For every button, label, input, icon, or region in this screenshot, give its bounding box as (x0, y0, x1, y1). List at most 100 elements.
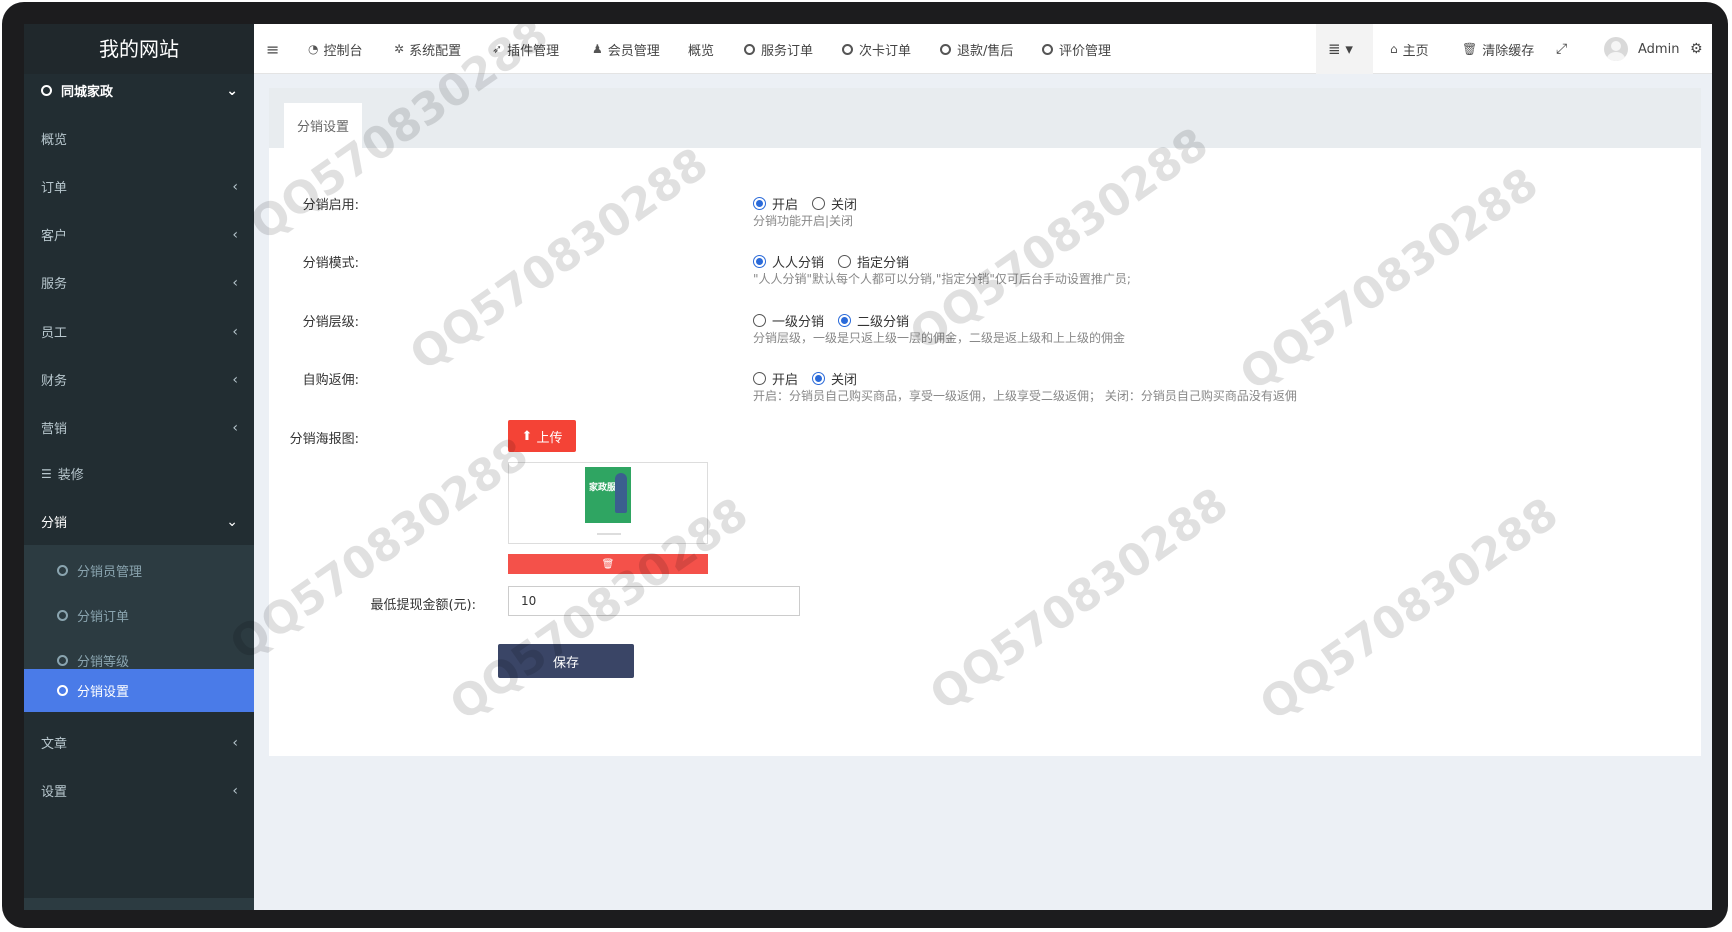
sidebar-item-label: 客户 (41, 229, 68, 244)
radio-checked-icon (812, 372, 826, 385)
nav-system-config[interactable]: ✲ 系统配置 (394, 24, 461, 74)
thumbnail-caption (597, 533, 621, 535)
nav-clear-cache[interactable]: 🗑 清除缓存 (1462, 24, 1534, 74)
sidebar-item-services[interactable]: 服务 ‹ (24, 256, 254, 309)
radio-label: 二级分销 (857, 315, 910, 330)
sidebar-item-label: 设置 (41, 785, 68, 800)
radio-label: 关闭 (831, 198, 858, 213)
sidebar-item-settings[interactable]: 设置 ‹ (24, 764, 254, 817)
mode-help: "人人分销"默认每个人都可以分销,"指定分销"仅可后台手动设置推广员; (753, 272, 1131, 286)
sidebar-item-top[interactable]: 同城家政 ⌄ (24, 64, 254, 117)
sidebar-item-orders[interactable]: 订单 ‹ (24, 160, 254, 213)
sidebar-sub-distribution-orders[interactable]: 分销订单 (24, 590, 254, 640)
circle-icon (57, 685, 68, 696)
settings-panel: 分销设置 分销启用: 开启 关闭 分销功能开启|关闭 分销模式: 人人分销 指定… (269, 88, 1701, 756)
nav-label: 概览 (688, 43, 715, 59)
sidebar-sub-label: 分销设置 (77, 685, 130, 700)
more-menu-icon[interactable]: ≣ ▾ (1328, 24, 1353, 74)
upload-button[interactable]: ⬆ 上传 (508, 420, 576, 452)
min-withdraw-input[interactable]: 10 (508, 586, 800, 616)
dashboard-icon: ◔ (308, 42, 319, 56)
sidebar-item-distribution[interactable]: 分销 ⌄ (24, 495, 254, 548)
self-on-radio[interactable]: 开启 (753, 369, 798, 388)
trash-icon: 🗑 (601, 558, 615, 570)
nav-refunds[interactable]: 退款/售后 (940, 24, 1013, 74)
user-icon: ♟ (592, 42, 603, 56)
sidebar-item-articles[interactable]: 文章 ‹ (24, 716, 254, 769)
sidebar-sub-distributor-manage[interactable]: 分销员管理 (24, 545, 254, 595)
chevron-left-icon: ‹ (232, 226, 238, 243)
sidebar-footer (24, 898, 254, 910)
nav-plugins[interactable]: ➶ 插件管理 (492, 24, 559, 74)
gear-icon: ✲ (394, 42, 405, 56)
poster-thumbnail: 家政服务 (508, 462, 708, 544)
sidebar-sub-label: 分销等级 (77, 654, 130, 670)
sidebar-item-staff[interactable]: 员工 ‹ (24, 305, 254, 358)
radio-label: 人人分销 (772, 256, 825, 271)
level-one-radio[interactable]: 一级分销 (753, 311, 824, 330)
nav-dashboard[interactable]: ◔ 控制台 (308, 24, 363, 74)
home-icon: ⌂ (1390, 42, 1398, 56)
circle-icon (1042, 43, 1053, 55)
fullscreen-icon[interactable]: ⤢ (1556, 24, 1567, 74)
sidebar-item-customers[interactable]: 客户 ‹ (24, 208, 254, 261)
self-purchase-radio-group: 开启 关闭 (753, 369, 871, 388)
nav-members[interactable]: ♟ 会员管理 (592, 24, 660, 74)
radio-checked-icon (753, 197, 766, 210)
poster-image: 家政服务 (585, 467, 631, 523)
nav-label: 服务订单 (761, 43, 814, 59)
chevron-down-icon: ⌄ (226, 513, 238, 530)
sidebar-item-overview[interactable]: 概览 (24, 112, 254, 165)
enable-off-radio[interactable]: 关闭 (812, 194, 857, 213)
save-button[interactable]: 保存 (498, 644, 634, 678)
mode-label: 分销模式: (302, 256, 359, 271)
nav-card-orders[interactable]: 次卡订单 (842, 24, 911, 74)
nav-home[interactable]: ⌂ 主页 (1390, 24, 1429, 74)
sidebar-item-label: 员工 (41, 326, 68, 341)
screen: 我的网站 同城家政 ⌄ 概览 订单 ‹ 客户 ‹ 服务 ‹ 员工 ‹ 财务 ‹ 营销 ‹ ☰… (24, 24, 1712, 910)
user-menu[interactable]: Admin (1604, 24, 1679, 74)
circle-icon (744, 43, 755, 55)
tab-distribution-settings[interactable]: 分销设置 (284, 103, 362, 148)
nav-overview[interactable]: 概览 (688, 24, 714, 74)
enable-label: 分销启用: (302, 198, 359, 213)
chevron-left-icon: ‹ (232, 323, 238, 340)
panel-header: 分销设置 (269, 88, 1701, 148)
radio-unchecked-icon (753, 372, 766, 385)
rocket-icon: ➶ (492, 42, 503, 56)
level-label: 分销层级: (302, 315, 359, 330)
upload-label: 上传 (536, 430, 563, 446)
sidebar-item-decoration[interactable]: ☰ 装修 (24, 447, 254, 500)
nav-reviews[interactable]: 评价管理 (1042, 24, 1111, 74)
menu-toggle-icon[interactable]: ≡ (266, 24, 279, 74)
circle-icon (57, 609, 68, 621)
delete-image-button[interactable]: 🗑 (508, 554, 708, 574)
nav-service-orders[interactable]: 服务订单 (744, 24, 813, 74)
poster-label: 分销海报图: (289, 432, 359, 447)
sidebar-item-finance[interactable]: 财务 ‹ (24, 353, 254, 406)
self-off-radio[interactable]: 关闭 (812, 369, 857, 388)
mode-everyone-radio[interactable]: 人人分销 (753, 252, 824, 271)
sidebar-item-label: 财务 (41, 374, 68, 389)
enable-on-radio[interactable]: 开启 (753, 194, 798, 213)
avatar (1604, 37, 1628, 61)
level-two-radio[interactable]: 二级分销 (838, 311, 909, 330)
nav-label: 主页 (1402, 43, 1429, 59)
nav-label: 次卡订单 (859, 43, 912, 59)
sidebar-item-label: 订单 (41, 181, 68, 196)
nav-label: 退款/售后 (957, 43, 1014, 59)
chevron-left-icon: ‹ (232, 419, 238, 436)
radio-label: 关闭 (831, 373, 858, 388)
upload-icon: ⬆ (521, 428, 533, 444)
radio-checked-icon (838, 314, 852, 327)
enable-radio-group: 开启 关闭 (753, 194, 871, 213)
list-icon: ☰ (41, 466, 52, 481)
sidebar-sub-distribution-settings[interactable]: 分销设置 (24, 669, 254, 712)
settings-gear-icon[interactable]: ⚙ (1690, 24, 1703, 74)
min-withdraw-label: 最低提现金额(元): (370, 598, 476, 613)
radio-checked-icon (753, 255, 766, 268)
level-radio-group: 一级分销 二级分销 (753, 311, 923, 330)
radio-label: 一级分销 (772, 315, 825, 330)
trash-icon: 🗑 (1462, 42, 1478, 56)
mode-specified-radio[interactable]: 指定分销 (838, 252, 909, 271)
